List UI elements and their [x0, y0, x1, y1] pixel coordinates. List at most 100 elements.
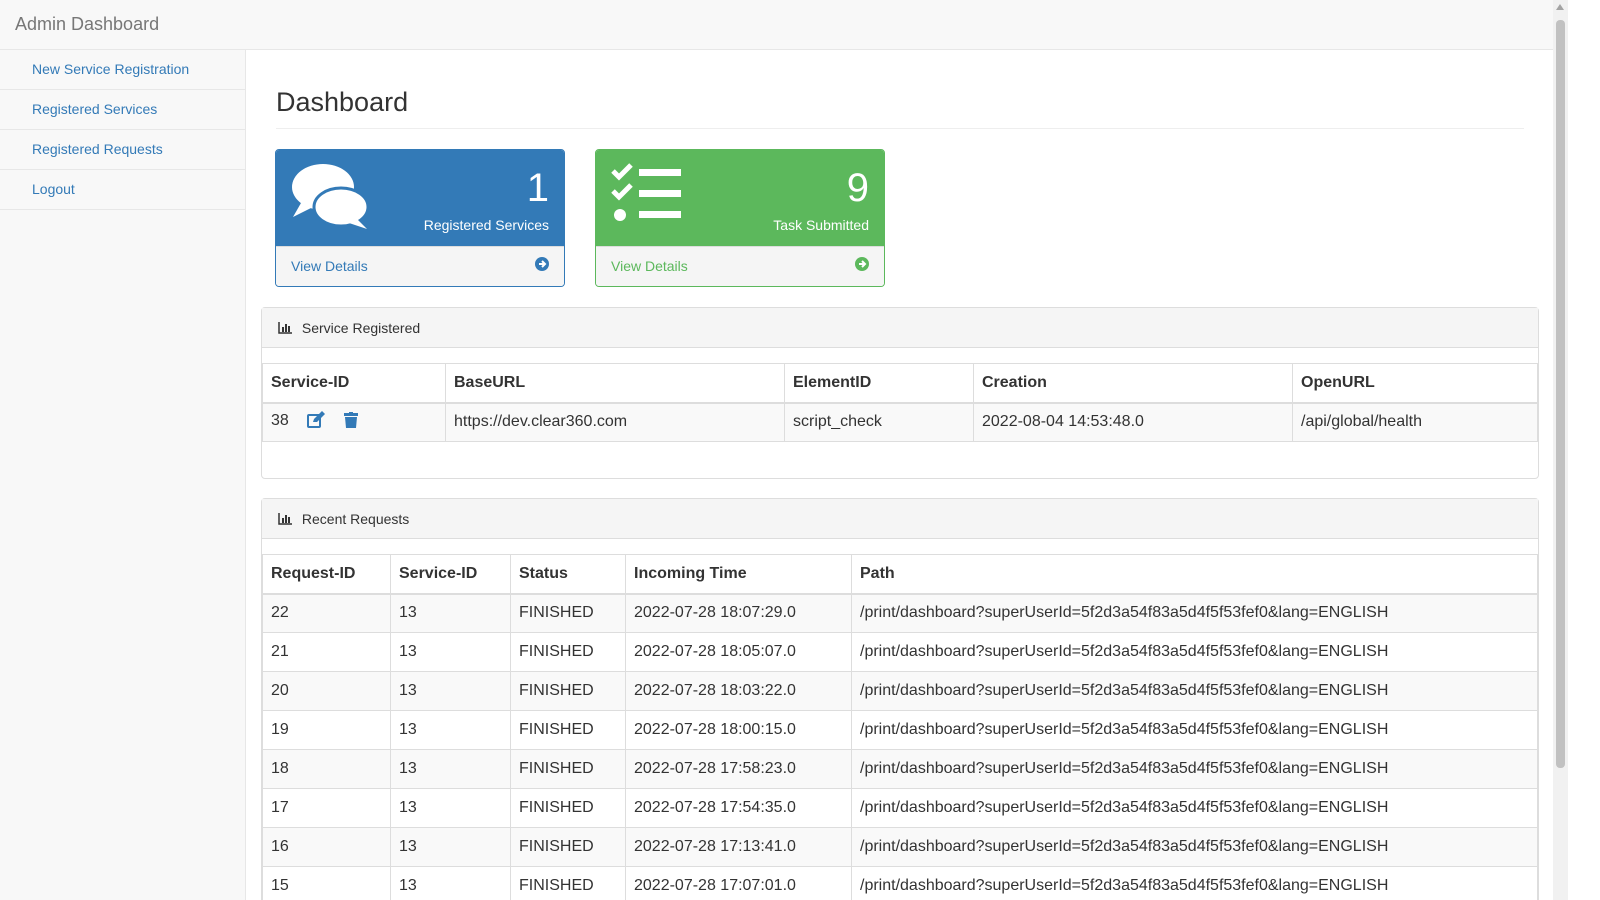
arrow-circle-right-icon[interactable]: [855, 257, 869, 271]
table-row: 18 13 FINISHED 2022-07-28 17:58:23.0 /pr…: [262, 749, 1538, 789]
services-table: Service-ID BaseURL ElementID Creation Op…: [262, 363, 1538, 442]
requests-table: Request-ID Service-ID Status Incoming Ti…: [262, 554, 1538, 900]
panel-body: Request-ID Service-ID Status Incoming Ti…: [262, 539, 1538, 900]
services-count: 1: [526, 166, 549, 210]
incoming-time-cell: 2022-07-28 17:54:35.0: [625, 788, 852, 828]
column-header: ElementID: [784, 363, 974, 404]
table-header-row: Request-ID Service-ID Status Incoming Ti…: [262, 554, 1538, 595]
incoming-time-cell: 2022-07-28 18:00:15.0: [625, 710, 852, 750]
service-id-cell: 13: [390, 710, 511, 750]
bar-chart-icon: [278, 321, 292, 337]
tasks-count: 9: [846, 166, 869, 210]
table-header-row: Service-ID BaseURL ElementID Creation Op…: [262, 363, 1538, 404]
panel-body: Service-ID BaseURL ElementID Creation Op…: [262, 348, 1538, 442]
base-url-cell: https://dev.clear360.com: [445, 402, 785, 442]
path-cell: /print/dashboard?superUserId=5f2d3a54f83…: [851, 632, 1538, 672]
path-cell: /print/dashboard?superUserId=5f2d3a54f83…: [851, 749, 1538, 789]
request-id-cell: 16: [262, 827, 391, 867]
trash-icon[interactable]: [343, 412, 358, 433]
service-id-cell: 13: [390, 632, 511, 672]
service-id-cell: 38: [262, 402, 446, 442]
status-cell: FINISHED: [510, 710, 626, 750]
top-navbar: Admin Dashboard: [0, 0, 1553, 50]
incoming-time-cell: 2022-07-28 18:05:07.0: [625, 632, 852, 672]
service-id-cell: 13: [390, 671, 511, 711]
column-header: Request-ID: [262, 554, 391, 595]
sidebar-item-new-service-registration[interactable]: New Service Registration: [0, 50, 245, 90]
status-cell: FINISHED: [510, 749, 626, 789]
edit-icon[interactable]: [307, 411, 326, 433]
comments-icon: [291, 163, 371, 232]
incoming-time-cell: 2022-07-28 17:13:41.0: [625, 827, 852, 867]
services-label: Registered Services: [423, 217, 549, 233]
page-title: Dashboard: [276, 87, 1524, 129]
element-id-cell: script_check: [784, 402, 974, 442]
column-header: Path: [851, 554, 1538, 595]
status-cell: FINISHED: [510, 671, 626, 711]
service-id-cell: 13: [390, 827, 511, 867]
path-cell: /print/dashboard?superUserId=5f2d3a54f83…: [851, 866, 1538, 900]
scrollbar-thumb[interactable]: [1556, 20, 1565, 768]
open-url-cell: /api/global/health: [1292, 402, 1538, 442]
vertical-scrollbar[interactable]: [1553, 0, 1568, 900]
service-id-cell: 13: [390, 593, 511, 633]
table-row: 17 13 FINISHED 2022-07-28 17:54:35.0 /pr…: [262, 788, 1538, 828]
arrow-circle-right-icon[interactable]: [535, 257, 549, 271]
incoming-time-cell: 2022-07-28 18:07:29.0: [625, 593, 852, 633]
card-footer[interactable]: View Details: [596, 246, 884, 286]
tasks-label: Task Submitted: [773, 217, 869, 233]
column-header: OpenURL: [1292, 363, 1538, 404]
service-id-cell: 13: [390, 749, 511, 789]
request-id-cell: 20: [262, 671, 391, 711]
creation-cell: 2022-08-04 14:53:48.0: [973, 402, 1293, 442]
status-cell: FINISHED: [510, 632, 626, 672]
request-id-cell: 15: [262, 866, 391, 900]
request-id-cell: 21: [262, 632, 391, 672]
column-header: Service-ID: [390, 554, 511, 595]
panel-heading: Recent Requests: [262, 499, 1538, 539]
panel-title: Service Registered: [301, 320, 421, 336]
sidebar: New Service Registration Registered Serv…: [0, 50, 246, 900]
column-header: Incoming Time: [625, 554, 852, 595]
status-cell: FINISHED: [510, 788, 626, 828]
recent-requests-panel: Recent Requests Request-ID Service-ID St…: [261, 498, 1539, 900]
scroll-up-arrow-icon[interactable]: [1556, 4, 1564, 10]
panel-heading: Service Registered: [262, 308, 1538, 348]
sidebar-item-logout[interactable]: Logout: [0, 170, 245, 210]
service-registered-panel: Service Registered Service-ID BaseURL El…: [261, 307, 1539, 479]
incoming-time-cell: 2022-07-28 17:07:01.0: [625, 866, 852, 900]
table-row: 22 13 FINISHED 2022-07-28 18:07:29.0 /pr…: [262, 593, 1538, 633]
status-cell: FINISHED: [510, 593, 626, 633]
bar-chart-icon: [278, 512, 292, 528]
incoming-time-cell: 2022-07-28 18:03:22.0: [625, 671, 852, 711]
status-cell: FINISHED: [510, 827, 626, 867]
sidebar-item-registered-requests[interactable]: Registered Requests: [0, 130, 245, 170]
main-content: Dashboard 1 Registered Services View Det…: [246, 50, 1553, 900]
panel-title: Recent Requests: [301, 511, 410, 527]
status-cell: FINISHED: [510, 866, 626, 900]
column-header: Status: [510, 554, 626, 595]
request-id-cell: 18: [262, 749, 391, 789]
task-submitted-card: 9 Task Submitted View Details: [595, 149, 885, 287]
path-cell: /print/dashboard?superUserId=5f2d3a54f83…: [851, 671, 1538, 711]
column-header: BaseURL: [445, 363, 785, 404]
table-row: 19 13 FINISHED 2022-07-28 18:00:15.0 /pr…: [262, 710, 1538, 750]
request-id-cell: 17: [262, 788, 391, 828]
view-details-link[interactable]: View Details: [611, 258, 688, 274]
request-id-cell: 19: [262, 710, 391, 750]
sidebar-item-registered-services[interactable]: Registered Services: [0, 90, 245, 130]
path-cell: /print/dashboard?superUserId=5f2d3a54f83…: [851, 593, 1538, 633]
incoming-time-cell: 2022-07-28 17:58:23.0: [625, 749, 852, 789]
service-id: 38: [271, 412, 289, 430]
table-row: 38 https://dev.clear360.com script_check…: [262, 402, 1538, 442]
path-cell: /print/dashboard?superUserId=5f2d3a54f83…: [851, 788, 1538, 828]
view-details-link[interactable]: View Details: [291, 258, 368, 274]
card-footer[interactable]: View Details: [276, 246, 564, 286]
path-cell: /print/dashboard?superUserId=5f2d3a54f83…: [851, 827, 1538, 867]
tasks-icon: [611, 163, 683, 226]
column-header: Creation: [973, 363, 1293, 404]
service-id-cell: 13: [390, 866, 511, 900]
path-cell: /print/dashboard?superUserId=5f2d3a54f83…: [851, 710, 1538, 750]
table-row: 15 13 FINISHED 2022-07-28 17:07:01.0 /pr…: [262, 866, 1538, 900]
app-title[interactable]: Admin Dashboard: [15, 14, 159, 35]
